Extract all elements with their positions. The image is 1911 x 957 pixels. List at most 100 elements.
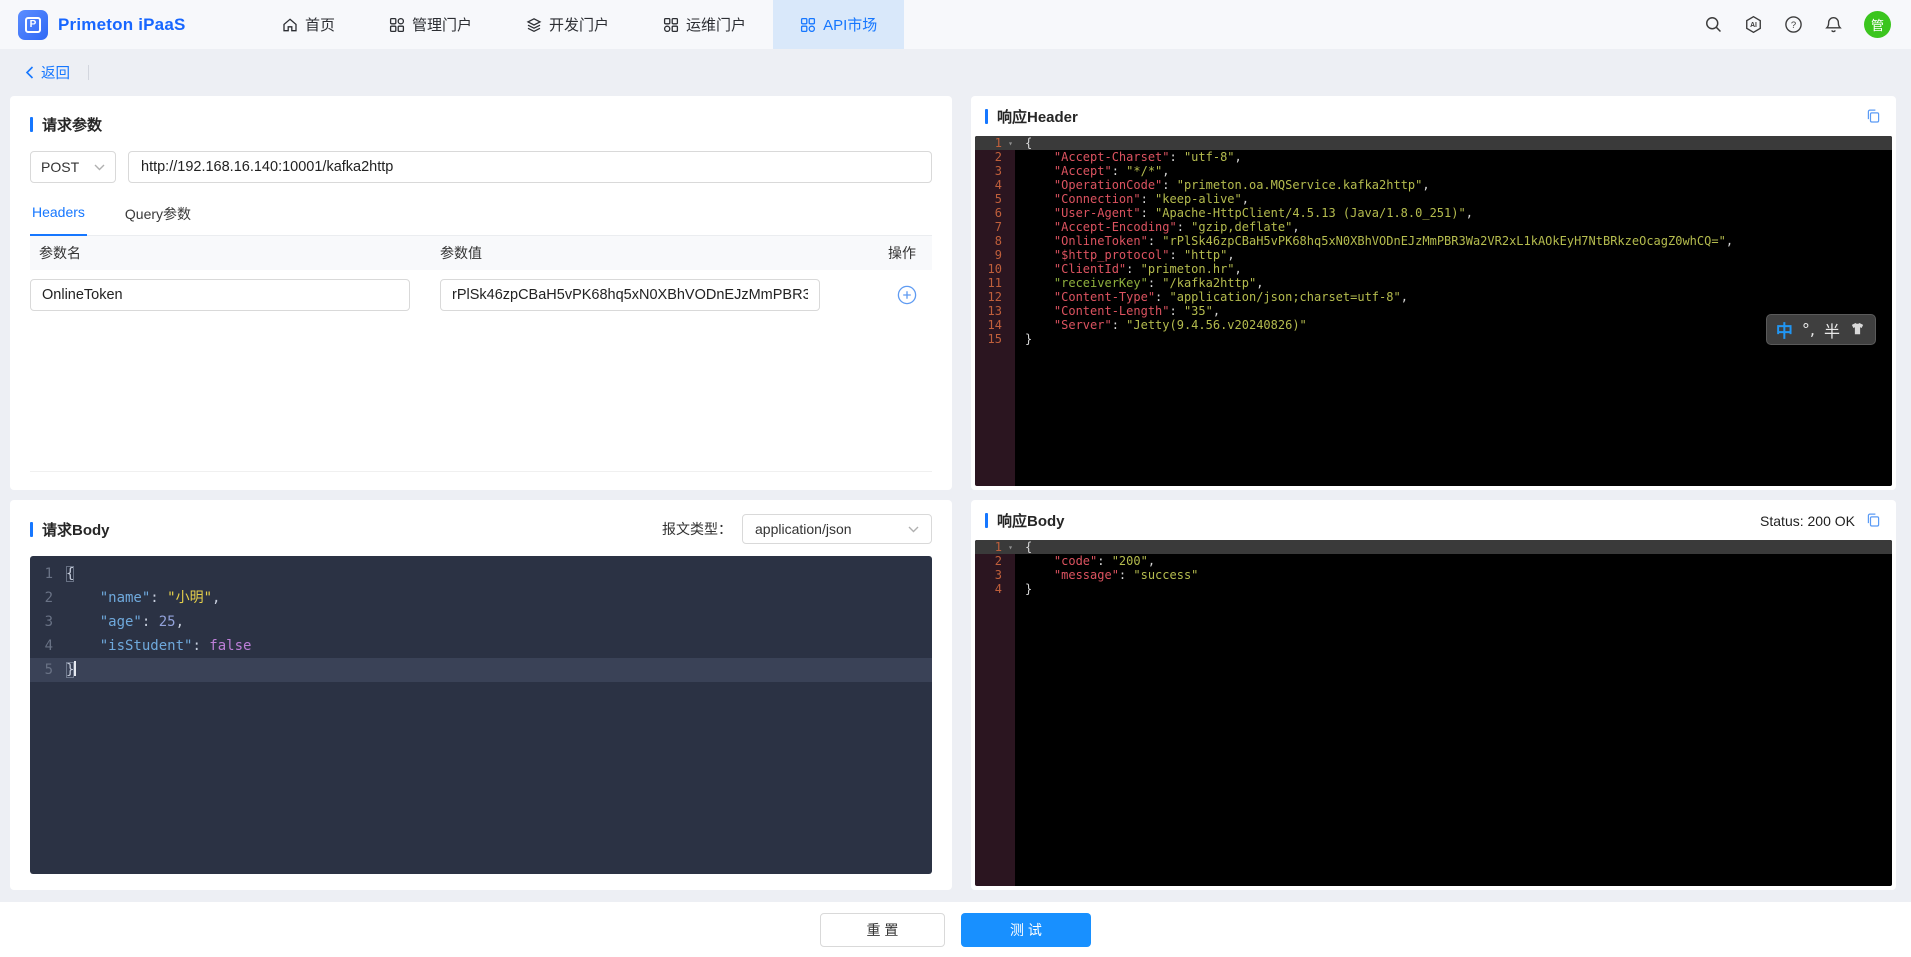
title-text: 响应Header (997, 106, 1078, 127)
reset-button[interactable]: 重 置 (820, 913, 945, 947)
line-number: 5 (975, 192, 1015, 206)
chevron-down-icon (908, 526, 919, 533)
code-line: 10 "ClientId": "primeton.hr", (975, 262, 1892, 276)
title-text: 请求Body (42, 519, 110, 540)
code-line-content: "Content-Type": "application/json;charse… (1015, 290, 1892, 304)
line-number: 13 (975, 304, 1015, 318)
code-line: 5 "Connection": "keep-alive", (975, 192, 1892, 206)
title-text: 响应Body (997, 510, 1065, 531)
code-line: 1{ (30, 562, 932, 586)
search-icon[interactable] (1704, 15, 1723, 34)
code-line-content: "Accept-Encoding": "gzip,deflate", (1015, 220, 1892, 234)
copy-response-body-button[interactable] (1865, 512, 1882, 529)
line-number: 7 (975, 220, 1015, 234)
request-url-row: POST (30, 151, 932, 183)
title-marker (985, 513, 988, 528)
column-param-name: 参数名 (30, 243, 440, 263)
line-number: 9 (975, 248, 1015, 262)
bell-icon[interactable] (1824, 15, 1843, 34)
code-line: 15} (975, 332, 1892, 346)
method-value: POST (41, 159, 79, 175)
line-number: 11 (975, 276, 1015, 290)
code-line-content: "OnlineToken": "rPlSk46zpCBaH5vPK68hq5xN… (1015, 234, 1892, 248)
params-table-header: 参数名 参数值 操作 (30, 236, 932, 270)
avatar[interactable]: 管 (1864, 11, 1891, 38)
fold-arrow-icon[interactable]: ▾ (1008, 137, 1013, 151)
request-body-editor-wrap: 1{2 "name": "小明",3 "age": 25,4 "isStuden… (30, 556, 932, 874)
content-type-value: application/json (755, 521, 852, 537)
code-line-content: "code": "200", (1015, 554, 1892, 568)
tab-headers[interactable]: Headers (30, 193, 87, 235)
line-number: 12 (975, 290, 1015, 304)
code-line: 7 "Accept-Encoding": "gzip,deflate", (975, 220, 1892, 234)
response-body-editor: 1▾{2 "code": "200",3 "message": "success… (975, 540, 1892, 886)
code-line-content: "OperationCode": "primeton.oa.MQService.… (1015, 178, 1892, 192)
code-line-content: "receiverKey": "/kafka2http", (1015, 276, 1892, 290)
line-number: 2 (975, 150, 1015, 164)
code-line: 1▾{ (975, 540, 1892, 554)
nav-item-ops-portal[interactable]: 运维门户 (636, 0, 773, 49)
request-body-editor[interactable]: 1{2 "name": "小明",3 "age": 25,4 "isStuden… (30, 556, 932, 874)
content-type-select[interactable]: application/json (742, 514, 932, 544)
avatar-text: 管 (1871, 15, 1884, 34)
params-tabs: Headers Query参数 (30, 193, 932, 236)
nav-item-api-market[interactable]: API市场 (773, 0, 904, 49)
response-body-editor-wrap: 1▾{2 "code": "200",3 "message": "success… (975, 540, 1892, 886)
top-navbar: P Primeton iPaaS 首页 管理门户 开发门户 运维门户 API市场… (0, 0, 1911, 49)
copy-icon (1865, 108, 1882, 125)
line-number: 3 (975, 164, 1015, 178)
response-body-title: 响应Body (985, 510, 1065, 531)
add-param-button[interactable] (897, 285, 917, 305)
brand-name: Primeton iPaaS (58, 15, 186, 35)
code-line: 3 "message": "success" (975, 568, 1892, 582)
code-line: 4} (975, 582, 1892, 596)
code-line-content: } (64, 658, 932, 682)
status-group: Status: 200 OK (1760, 512, 1882, 529)
nav-item-home[interactable]: 首页 (255, 0, 362, 49)
line-number: 8 (975, 234, 1015, 248)
code-line: 6 "User-Agent": "Apache-HttpClient/4.5.1… (975, 206, 1892, 220)
back-bar: 返回 (0, 49, 1911, 96)
code-line-content: { (1015, 136, 1892, 150)
param-value-input[interactable] (440, 279, 820, 311)
fold-arrow-icon[interactable]: ▾ (1008, 541, 1013, 555)
line-number: 5 (30, 658, 64, 682)
params-table: 参数名 参数值 操作 (30, 236, 932, 472)
url-input[interactable] (128, 151, 932, 183)
code-line-content: "Connection": "keep-alive", (1015, 192, 1892, 206)
appstore-icon (800, 17, 816, 33)
nav-item-label: API市场 (823, 14, 877, 35)
line-number: 1▾ (975, 136, 1015, 150)
back-label: 返回 (41, 62, 70, 83)
code-line-content: "Accept": "*/*", (1015, 164, 1892, 178)
code-line: 9 "$http_protocol": "http", (975, 248, 1892, 262)
copy-response-header-button[interactable] (1865, 108, 1882, 125)
request-body-title-row: 请求Body 报文类型： application/json (30, 514, 932, 544)
chevron-left-icon (25, 66, 34, 79)
response-body-title-row: 响应Body Status: 200 OK (971, 500, 1896, 540)
logo-letter: P (25, 17, 41, 33)
back-button[interactable]: 返回 (25, 62, 70, 83)
request-body-title: 请求Body (30, 519, 110, 540)
code-line-content: { (1015, 540, 1892, 554)
code-line: 2 "name": "小明", (30, 586, 932, 610)
code-line: 13 "Content-Length": "35", (975, 304, 1892, 318)
line-number: 15 (975, 332, 1015, 346)
text-cursor (74, 661, 76, 676)
method-select[interactable]: POST (30, 151, 116, 183)
line-number: 4 (975, 178, 1015, 192)
nav-item-dev-portal[interactable]: 开发门户 (499, 0, 636, 49)
request-params-title: 请求参数 (30, 114, 932, 135)
test-button[interactable]: 测 试 (961, 913, 1091, 947)
request-params-panel: 请求参数 POST Headers Query参数 参数名 参数值 操作 (10, 96, 952, 490)
help-icon[interactable]: ? (1784, 15, 1803, 34)
param-name-input[interactable] (30, 279, 410, 311)
nav-item-label: 首页 (305, 14, 335, 35)
tab-query-params[interactable]: Query参数 (123, 193, 193, 235)
ai-icon[interactable]: AI (1744, 15, 1763, 34)
code-line-content: "Content-Length": "35", (1015, 304, 1892, 318)
code-line: 8 "OnlineToken": "rPlSk46zpCBaH5vPK68hq5… (975, 234, 1892, 248)
nav-item-admin-portal[interactable]: 管理门户 (362, 0, 499, 49)
navbar-actions: AI ? 管 (1704, 0, 1911, 49)
divider (88, 65, 89, 80)
